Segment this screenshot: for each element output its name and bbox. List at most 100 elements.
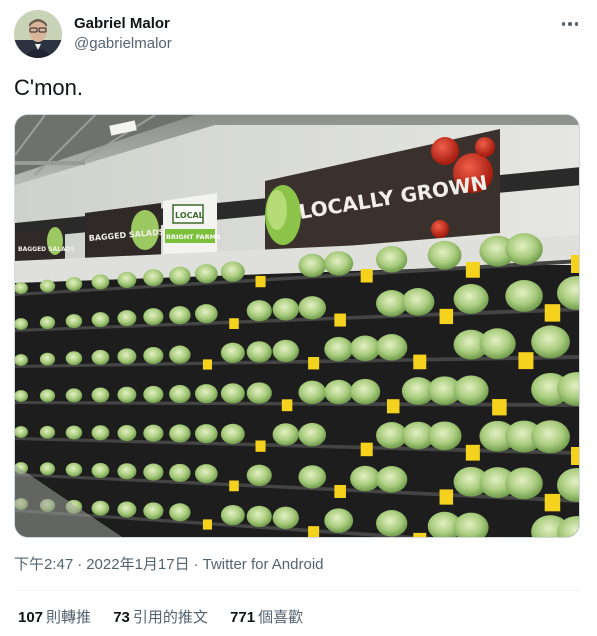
lettuce-head <box>220 383 245 404</box>
price-tag <box>439 308 454 325</box>
lettuce-head <box>298 380 327 405</box>
tweet-time[interactable]: 下午2:47 <box>14 556 73 573</box>
lettuce-head <box>169 266 191 285</box>
price-tag <box>571 447 579 465</box>
lettuce-head <box>376 510 408 537</box>
lettuce-head <box>143 269 164 287</box>
lettuce-head <box>117 271 137 288</box>
lettuce-head <box>324 508 354 533</box>
price-tag <box>465 444 480 461</box>
lettuce-head <box>401 288 435 316</box>
lettuce-head <box>169 503 191 522</box>
retweets-count: 107 <box>18 609 44 626</box>
price-tag <box>465 261 480 278</box>
lettuce-head <box>65 462 83 477</box>
lettuce-head <box>220 504 245 526</box>
lettuce-head <box>324 379 354 405</box>
price-tag <box>229 480 239 492</box>
price-tag <box>255 440 266 452</box>
price-tag <box>413 532 427 537</box>
lettuce-head <box>298 422 327 447</box>
meta-separator: · <box>77 556 83 573</box>
price-tag <box>229 318 239 329</box>
quotes-count: 73 <box>113 609 130 626</box>
lettuce-head <box>91 312 110 328</box>
lettuce-head <box>246 341 272 363</box>
lettuce-head <box>91 387 110 403</box>
lettuce-head <box>272 423 299 446</box>
price-tag <box>360 268 373 283</box>
price-tag <box>202 519 212 530</box>
lettuce-head <box>143 463 164 481</box>
lettuce-head <box>350 378 381 405</box>
price-tag <box>518 352 534 370</box>
avatar[interactable] <box>14 10 62 58</box>
lettuce-head <box>298 465 327 489</box>
tweet-photo[interactable]: LOCALLY GROWN LOCAL BRIGHT FARMS BAGGED … <box>14 114 580 538</box>
lettuce-head <box>39 279 56 293</box>
lettuce-head <box>169 463 191 483</box>
lettuce-head <box>143 385 164 403</box>
likes-stat[interactable]: 771 個喜歡 <box>230 608 303 628</box>
lettuce-head <box>39 316 56 330</box>
lettuce-head <box>246 382 272 404</box>
lettuce-head <box>531 420 570 454</box>
price-tag <box>544 493 561 512</box>
lettuce-head <box>246 464 272 487</box>
tweet-stats: 107 則轉推 73 引用的推文 771 個喜歡 <box>18 608 321 628</box>
price-tag <box>255 275 266 288</box>
lettuce-head <box>39 462 56 476</box>
lettuce-head <box>65 314 83 329</box>
retweets-stat[interactable]: 107 則轉推 <box>18 608 91 628</box>
display-name[interactable]: Gabriel Malor <box>74 14 172 34</box>
price-tag <box>571 255 579 273</box>
quotes-stat[interactable]: 73 引用的推文 <box>113 608 208 628</box>
lettuce-head <box>65 351 83 366</box>
lettuce-head <box>143 502 164 520</box>
lettuce-head <box>272 298 299 321</box>
sign-bagged-salads-left: BAGGED SALADS <box>18 246 75 253</box>
lettuce-head <box>169 424 191 443</box>
lettuce-head <box>453 375 489 406</box>
lettuce-head <box>505 467 543 500</box>
price-tag <box>308 526 320 537</box>
lettuce-head <box>453 284 489 314</box>
tweet-header: Gabriel Malor @gabrielmalor <box>14 10 584 60</box>
lettuce-head <box>65 276 83 291</box>
lettuce-head <box>531 325 570 359</box>
lettuce-head <box>195 464 218 484</box>
lettuce-head <box>195 384 218 404</box>
lettuce-head <box>117 348 137 365</box>
price-tag <box>308 357 320 370</box>
lettuce-head <box>479 328 516 360</box>
lettuce-head <box>376 466 408 493</box>
price-tag <box>492 399 507 416</box>
user-handle[interactable]: @gabrielmalor <box>74 34 172 54</box>
lettuce-head <box>169 345 191 364</box>
lettuce-head <box>143 424 164 442</box>
avatar-image <box>14 10 62 58</box>
more-options-icon[interactable] <box>556 12 584 36</box>
lettuce-head <box>427 240 462 270</box>
lettuce-head <box>272 339 299 363</box>
lettuce-head <box>376 334 408 361</box>
price-tag <box>413 354 427 370</box>
lettuce-head <box>246 300 272 322</box>
lettuce-head <box>117 463 137 480</box>
lettuce-head <box>91 462 110 479</box>
lettuce-head <box>65 388 83 403</box>
price-tag <box>386 399 400 414</box>
lettuce-head <box>505 233 543 266</box>
lettuce-head <box>65 425 83 440</box>
lettuce-head <box>117 424 137 442</box>
sign-bright-farms: BRIGHT FARMS <box>166 233 221 241</box>
lettuce-head <box>195 424 218 444</box>
lettuce-head <box>91 274 110 290</box>
tweet-date[interactable]: 2022年1月17日 <box>86 556 189 573</box>
lettuce-head <box>505 280 543 312</box>
tweet-source[interactable]: Twitter for Android <box>203 556 324 573</box>
lettuce-head <box>350 465 381 492</box>
price-tag <box>202 359 212 370</box>
lettuce-head <box>117 501 137 518</box>
likes-count: 771 <box>230 609 256 626</box>
